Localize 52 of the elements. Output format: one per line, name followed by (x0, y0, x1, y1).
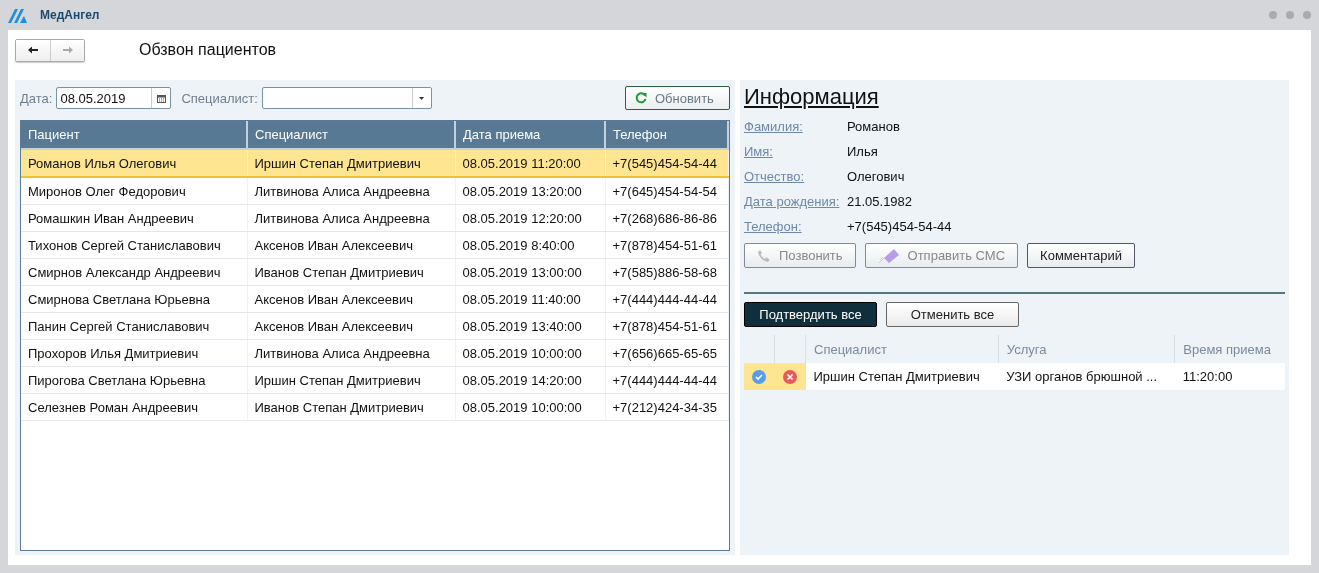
window-dot[interactable] (1269, 11, 1277, 19)
table-cell: 11:20:00 (1174, 363, 1285, 390)
back-button[interactable] (16, 39, 50, 61)
page-title: Обзвон пациентов (139, 41, 277, 59)
date-field[interactable]: 08.05.2019 (56, 87, 172, 109)
cancel-icon[interactable] (783, 369, 797, 384)
field-label-link[interactable]: Фамилия: (744, 119, 847, 134)
specialist-label: Специалист: (181, 90, 258, 106)
column-header[interactable]: Телефон (605, 121, 728, 149)
field-label-link[interactable]: Имя: (744, 144, 847, 159)
refresh-button[interactable]: Обновить (625, 86, 730, 110)
logo-icon (8, 7, 30, 23)
specialist-dropdown[interactable] (261, 87, 432, 109)
field-value: Олегович (847, 169, 905, 184)
info-title: Информация (744, 84, 879, 110)
confirm-icon[interactable] (752, 369, 767, 384)
table-row[interactable]: Смирнова Светлана Юрьевна Аксенов Иван Алексеевич 08.05.2019 11:40:00 +7(444)444-44-44 (21, 285, 728, 313)
field-value: Илья (847, 144, 878, 159)
table-row[interactable]: Романов Илья Олегович Иршин Степан Дмитриевич 08.05.2019 11:20:00 +7(545)454-54-44 (21, 149, 728, 177)
caret-icon (419, 96, 425, 100)
field-label-link[interactable]: Отчество: (744, 169, 847, 184)
calendar-icon (156, 93, 166, 103)
table-row[interactable]: Миронов Олег Федорович Литвинова Алиса Андреевна 08.05.2019 13:20:00 +7(645)454-54-54 (21, 177, 728, 205)
window-dot[interactable] (1286, 11, 1294, 19)
column-header[interactable]: Специалист (247, 121, 455, 149)
refresh-icon (635, 92, 647, 104)
field-value: Романов (847, 119, 900, 134)
table-row[interactable]: Панин Сергей Станиславович Аксенов Иван Алексеевич 08.05.2019 13:40:00 +7(878)454-51-61 (21, 312, 728, 340)
table-cell: УЗИ органов брюшной ... (998, 363, 1175, 390)
date-label: Дата: (20, 90, 53, 106)
column-header[interactable]: Пациент (21, 121, 247, 149)
right-arrow-icon (61, 46, 74, 54)
table-row[interactable]: Ромашкин Иван Андреевич Литвинова Алиса Андреевна 08.05.2019 12:20:00 +7(268)686-86-86 (21, 204, 728, 232)
envelope-icon (877, 247, 900, 264)
table-row[interactable]: Смирнов Александр Андреевич Иванов Степан Дмитриевич 08.05.2019 13:00:00 +7(585)886-58-68 (21, 258, 728, 286)
confirm-all-button[interactable]: Подтвердить все (744, 302, 877, 327)
comment-button[interactable]: Комментарий (1027, 243, 1135, 268)
table-row[interactable]: Тихонов Сергей Станиславович Аксенов Иван Алексеевич 08.05.2019 8:40:00 +7(878)454-51-61 (21, 231, 728, 259)
field-value: 21.05.1982 (847, 194, 913, 209)
left-arrow-icon (27, 46, 39, 54)
window-dot[interactable] (1303, 11, 1311, 19)
table-row[interactable]: Пирогова Светлана Юрьевна Иршин Степан Дмитриевич 08.05.2019 14:20:00 +7(444)444-44-44 (21, 366, 728, 394)
table-row[interactable]: Селезнев Роман Андреевич Иванов Степан Дмитриевич 08.05.2019 10:00:00 +7(212)424-34-35 (21, 393, 728, 421)
field-value: +7(545)454-54-44 (847, 219, 952, 234)
phone-icon (757, 248, 771, 263)
field-label-link[interactable]: Дата рождения: (744, 194, 847, 209)
field-label-link[interactable]: Телефон: (744, 219, 847, 234)
column-header[interactable]: Дата приема (455, 121, 605, 149)
table-row[interactable]: Прохоров Илья Дмитриевич Литвинова Алиса Андреевна 08.05.2019 10:00:00 +7(656)665-65-65 (21, 339, 728, 367)
table-cell: Иршин Степан Дмитриевич (805, 363, 999, 390)
app-name: МедАнгел (40, 8, 100, 22)
cancel-all-button[interactable]: Отменить все (886, 302, 1019, 327)
